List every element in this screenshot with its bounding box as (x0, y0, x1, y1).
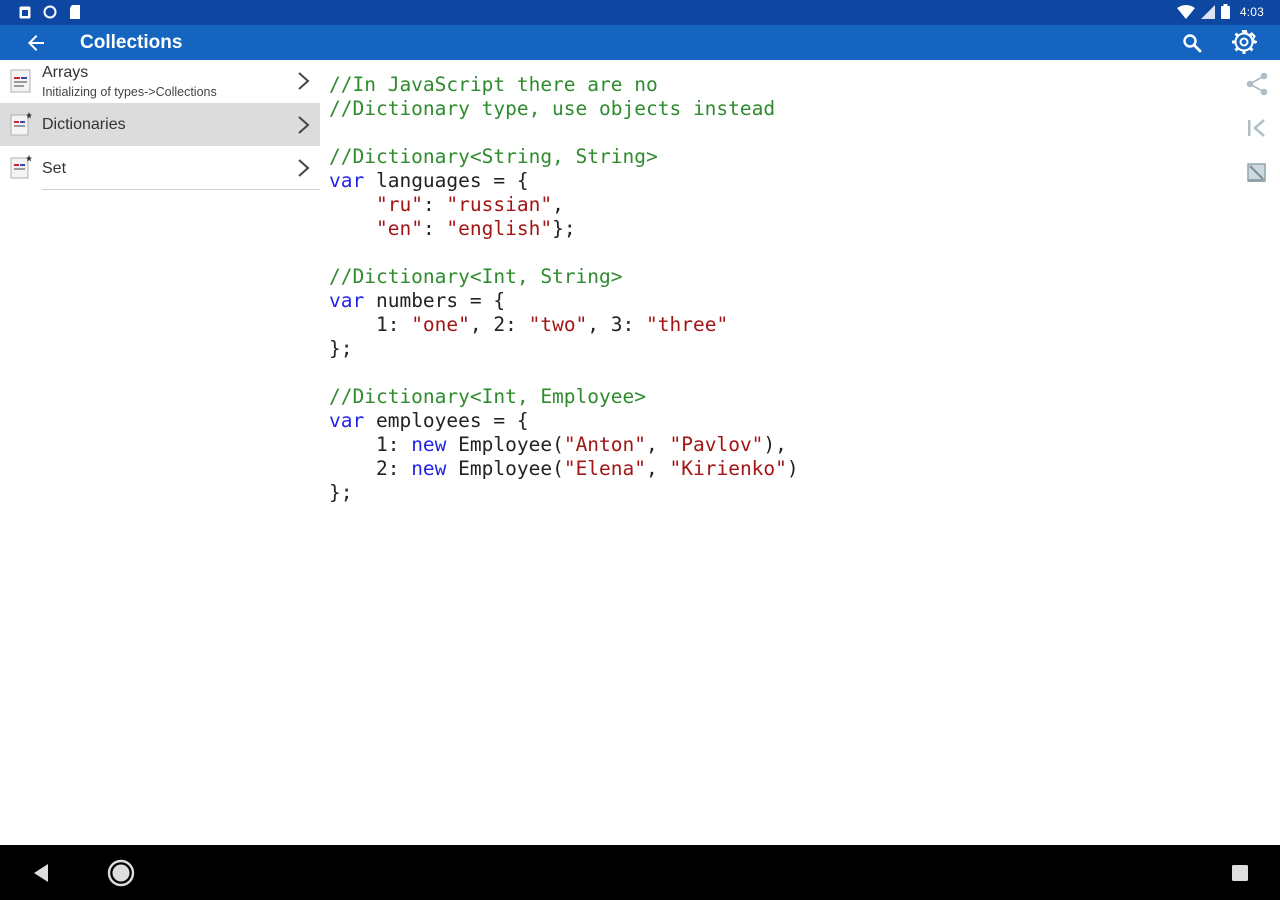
notification-icon (19, 6, 31, 18)
page-title: Collections (80, 32, 183, 53)
wifi-icon (1176, 4, 1195, 19)
code-line: 2: new Employee("Elena", "Kirienko") (329, 457, 799, 481)
code-line: var employees = { (329, 409, 799, 433)
code-token: }; (329, 481, 353, 504)
code-token: "russian" (446, 193, 553, 216)
code-line: //In JavaScript there are no (329, 73, 799, 97)
nav-home-icon[interactable] (106, 858, 136, 888)
list-item-dictionaries[interactable]: Dictionaries (0, 103, 320, 146)
code-token: Employee( (446, 433, 564, 456)
signal-icon (1200, 4, 1215, 19)
code-token: ) (786, 457, 799, 480)
code-token: "ru" (375, 193, 423, 216)
nav-back-icon[interactable] (30, 862, 52, 884)
document-starred-icon (10, 155, 32, 179)
system-navigation-bar (0, 845, 1280, 900)
code-token: : (422, 193, 447, 216)
status-indicators: 4:03 (1176, 4, 1264, 19)
code-line: "ru": "russian", (329, 193, 799, 217)
code-view: //In JavaScript there are no//Dictionary… (329, 73, 799, 505)
nav-recents-icon[interactable] (1230, 863, 1250, 883)
list-item-title: Set (42, 160, 67, 177)
code-token: 2: (329, 457, 412, 480)
list-item-subtitle: Initializing of types->Collections (42, 85, 217, 99)
settings-gear-icon[interactable] (1231, 29, 1257, 55)
code-token: , 2: (469, 313, 529, 336)
sync-icon (43, 5, 57, 19)
code-token: ), (763, 433, 787, 456)
code-token: 1: (329, 313, 412, 336)
code-line: var numbers = { (329, 289, 799, 313)
code-token: new (411, 433, 447, 456)
code-token: "three" (646, 313, 729, 336)
code-token: "Pavlov" (669, 433, 764, 456)
list-item-arrays[interactable]: Arrays Initializing of types->Collection… (0, 60, 320, 103)
status-bar: 4:03 (0, 0, 1280, 25)
clock: 4:03 (1239, 4, 1264, 19)
code-token: "english" (446, 217, 553, 240)
code-token: , 3: (587, 313, 646, 336)
code-token: "Kirienko" (669, 457, 787, 480)
code-line: 1: new Employee("Anton", "Pavlov"), (329, 433, 799, 457)
code-token: , (646, 433, 670, 456)
code-token: new (411, 457, 447, 480)
code-token: var (329, 409, 365, 432)
code-line: //Dictionary<Int, Employee> (329, 385, 799, 409)
code-token: var (329, 169, 365, 192)
code-token: "Anton" (563, 433, 647, 456)
code-token: , (552, 193, 564, 216)
chevron-right-icon (298, 159, 310, 177)
code-token: numbers = { (364, 289, 506, 312)
code-line: //Dictionary type, use objects instead (329, 97, 799, 121)
app-bar: Collections (0, 25, 1280, 60)
mark-icon[interactable] (1244, 160, 1270, 186)
code-line: "en": "english"}; (329, 217, 799, 241)
code-token: //Dictionary<Int, String> (329, 265, 623, 288)
code-token: }; (552, 217, 576, 240)
code-token: "Elena" (563, 457, 647, 480)
code-token: , (646, 457, 670, 480)
code-token: "en" (375, 217, 423, 240)
chevron-right-icon (298, 72, 310, 90)
code-token: 1: (329, 433, 412, 456)
search-icon[interactable] (1180, 31, 1204, 55)
code-token: "two" (528, 313, 588, 336)
list-divider (42, 189, 320, 190)
code-line: //Dictionary<Int, String> (329, 265, 799, 289)
status-notifications (19, 5, 81, 19)
back-arrow-icon[interactable] (24, 31, 48, 55)
code-token: //Dictionary<Int, Employee> (329, 385, 646, 408)
list-item-set[interactable]: Set (0, 146, 320, 190)
code-token: }; (329, 337, 353, 360)
battery-icon (1220, 4, 1230, 19)
document-starred-icon (10, 112, 32, 136)
code-token: //Dictionary type, use objects instead (329, 97, 776, 120)
code-token: //Dictionary<String, String> (329, 145, 658, 168)
code-line: }; (329, 337, 799, 361)
share-icon[interactable] (1244, 71, 1270, 97)
code-token: languages = { (364, 169, 529, 192)
code-line: var languages = { (329, 169, 799, 193)
document-icon (10, 69, 31, 93)
code-token: //In JavaScript there are no (329, 73, 658, 96)
code-line: 1: "one", 2: "two", 3: "three" (329, 313, 799, 337)
list-item-title: Dictionaries (42, 116, 126, 133)
code-token: employees = { (364, 409, 529, 432)
code-line: //Dictionary<String, String> (329, 145, 799, 169)
chevron-right-icon (298, 116, 310, 134)
code-token: "one" (411, 313, 470, 336)
list-item-title: Arrays (42, 64, 89, 81)
code-token: : (422, 217, 447, 240)
skip-previous-icon[interactable] (1244, 115, 1270, 141)
code-token: var (329, 289, 365, 312)
code-line: }; (329, 481, 799, 505)
topic-list: Arrays Initializing of types->Collection… (0, 60, 320, 190)
sd-card-icon (70, 5, 80, 19)
code-token: Employee( (446, 457, 564, 480)
